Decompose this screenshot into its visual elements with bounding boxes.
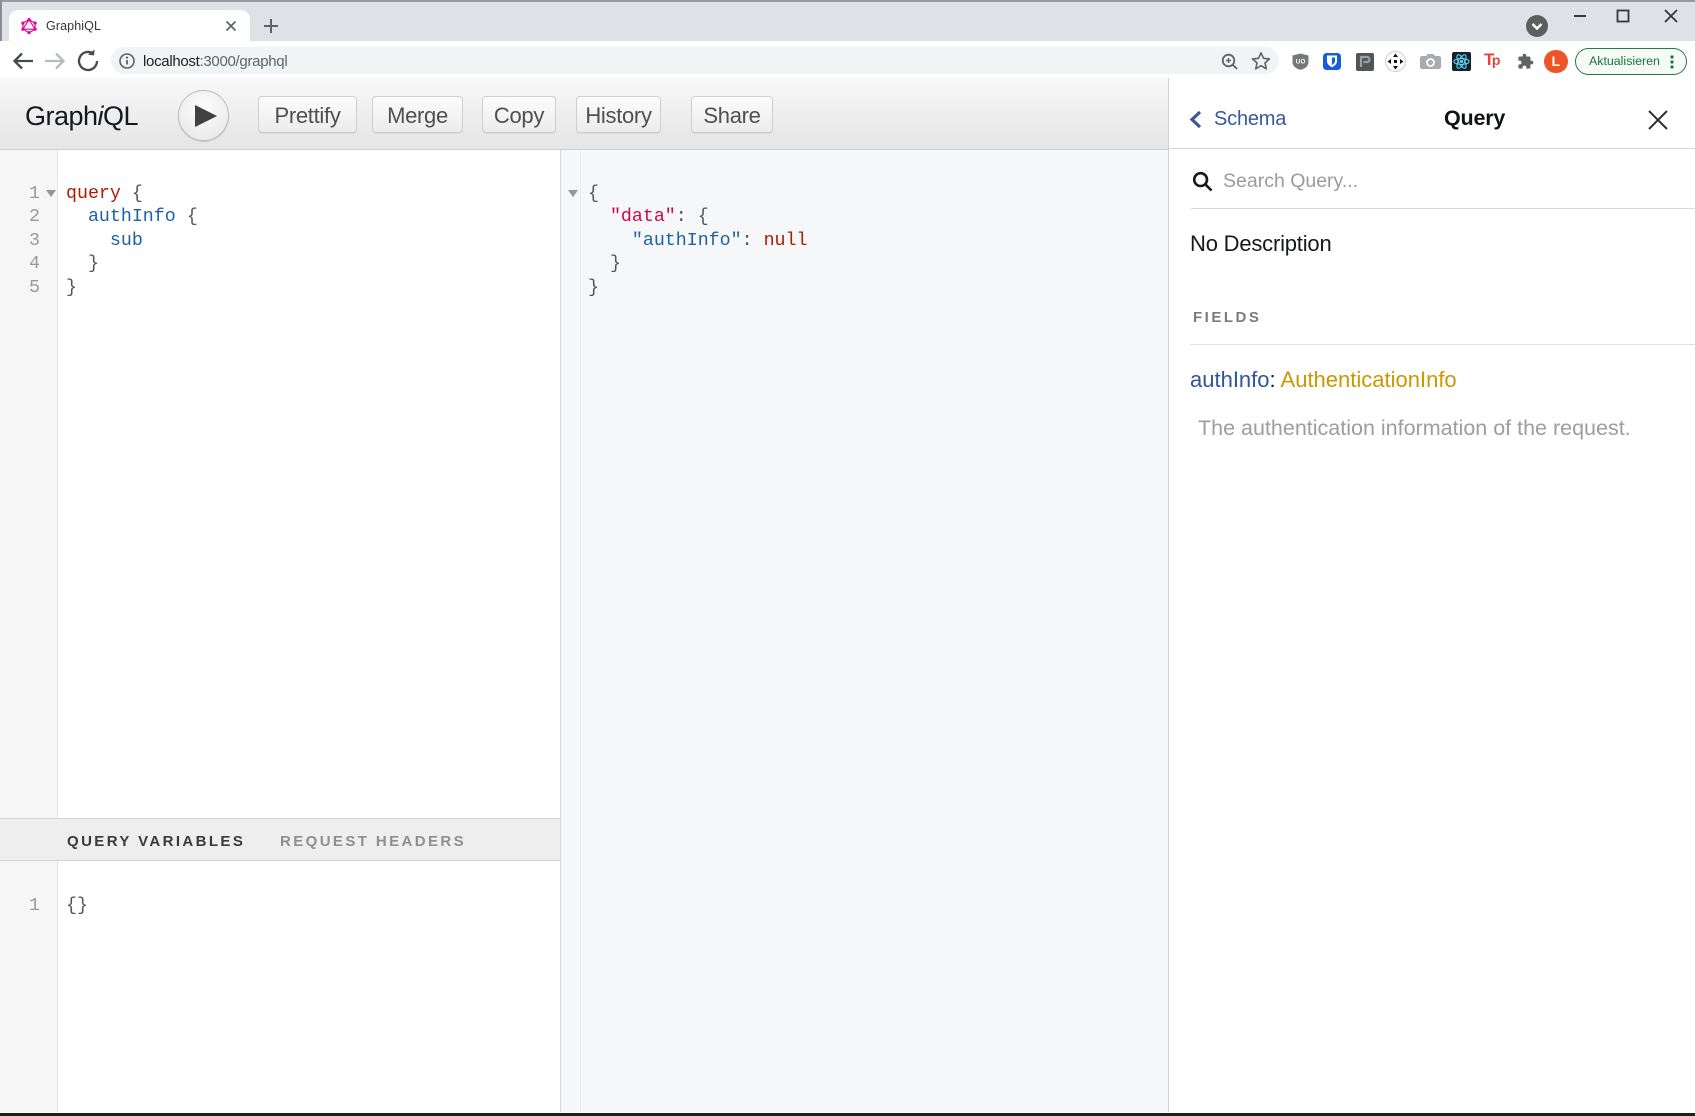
svg-text:UO: UO	[1296, 59, 1306, 66]
